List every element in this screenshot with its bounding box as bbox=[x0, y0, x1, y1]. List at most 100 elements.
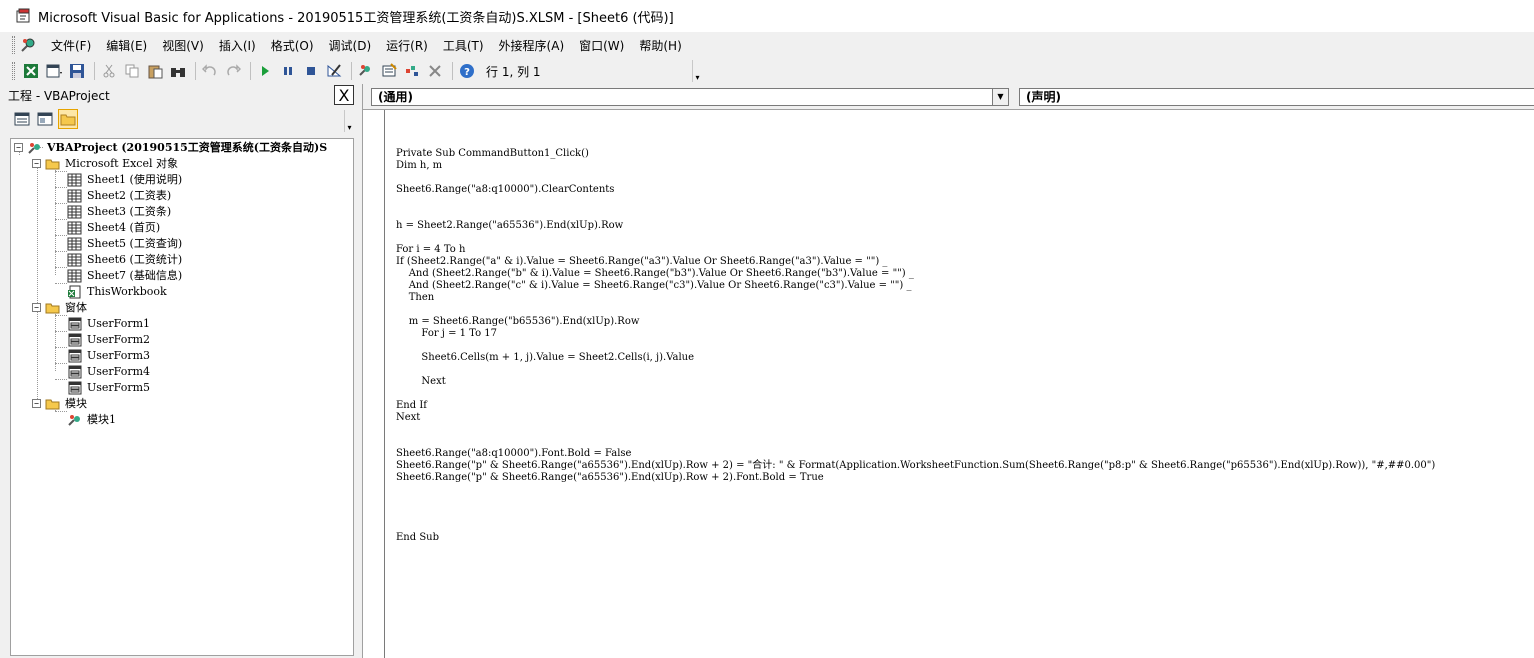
chevron-down-icon[interactable]: ▼ bbox=[992, 89, 1008, 105]
tree-folder-modules[interactable]: 模块 bbox=[45, 396, 87, 412]
save-icon[interactable] bbox=[67, 61, 87, 81]
copy-icon[interactable] bbox=[122, 61, 142, 81]
code-line[interactable]: End If bbox=[396, 400, 1435, 412]
code-line[interactable] bbox=[396, 304, 1435, 316]
tree-item-thisworkbook[interactable]: ThisWorkbook bbox=[67, 284, 167, 300]
toggle-folders-icon[interactable] bbox=[58, 109, 78, 129]
paste-icon[interactable] bbox=[145, 61, 165, 81]
tree-item-userform4[interactable]: UserForm4 bbox=[67, 364, 150, 380]
tree-item-sheet6[interactable]: Sheet6 (工资统计) bbox=[67, 252, 182, 268]
code-line[interactable]: Dim h, m bbox=[396, 160, 1435, 172]
tree-item-sheet1[interactable]: Sheet1 (使用说明) bbox=[67, 172, 182, 188]
view-code-icon[interactable] bbox=[12, 109, 32, 129]
tree-item-sheet3[interactable]: Sheet3 (工资条) bbox=[67, 204, 171, 220]
tree-item-sheet2[interactable]: Sheet2 (工资表) bbox=[67, 188, 171, 204]
menu-help[interactable]: 帮助(H) bbox=[633, 34, 687, 57]
menu-debug[interactable]: 调试(D) bbox=[323, 34, 378, 57]
break-icon[interactable] bbox=[278, 61, 298, 81]
insert-userform-icon[interactable] bbox=[44, 61, 64, 81]
code-line[interactable]: Next bbox=[396, 412, 1435, 424]
code-line[interactable]: Next bbox=[396, 376, 1435, 388]
code-line[interactable]: Sheet6.Range("a8:q10000").Font.Bold = Fa… bbox=[396, 448, 1435, 460]
object-browser-icon[interactable] bbox=[402, 61, 422, 81]
menu-view[interactable]: 视图(V) bbox=[156, 34, 210, 57]
code-line[interactable] bbox=[396, 520, 1435, 532]
tree-item-sheet7[interactable]: Sheet7 (基础信息) bbox=[67, 268, 182, 284]
run-icon[interactable] bbox=[255, 61, 275, 81]
object-combo[interactable]: (通用) ▼ bbox=[371, 88, 1009, 106]
margin-indicator-bar[interactable] bbox=[363, 110, 385, 658]
tree-item-userform5[interactable]: UserForm5 bbox=[67, 380, 150, 396]
redo-icon[interactable] bbox=[223, 61, 243, 81]
close-button[interactable]: X bbox=[334, 85, 354, 105]
menu-edit[interactable]: 编辑(E) bbox=[100, 34, 153, 57]
cut-icon[interactable] bbox=[99, 61, 119, 81]
code-line[interactable]: And (Sheet2.Range("b" & i).Value = Sheet… bbox=[396, 268, 1435, 280]
code-line[interactable] bbox=[396, 196, 1435, 208]
reset-icon[interactable] bbox=[301, 61, 321, 81]
expander-root[interactable]: − bbox=[14, 143, 23, 152]
code-line[interactable]: Then bbox=[396, 292, 1435, 304]
code-line[interactable] bbox=[396, 136, 1435, 148]
undo-icon[interactable] bbox=[200, 61, 220, 81]
code-line[interactable]: End Sub bbox=[396, 532, 1435, 544]
expander-excel-objects[interactable]: − bbox=[32, 159, 41, 168]
excel-icon[interactable] bbox=[21, 61, 41, 81]
project-explorer-icon[interactable] bbox=[356, 61, 376, 81]
menu-grip[interactable] bbox=[12, 36, 15, 54]
tree-item-userform2[interactable]: UserForm2 bbox=[67, 332, 150, 348]
toolbar-grip[interactable] bbox=[12, 62, 15, 80]
code-line[interactable] bbox=[396, 508, 1435, 520]
menu-tools[interactable]: 工具(T) bbox=[437, 34, 490, 57]
code-line[interactable]: For j = 1 To 17 bbox=[396, 328, 1435, 340]
code-line[interactable] bbox=[396, 484, 1435, 496]
properties-icon[interactable] bbox=[379, 61, 399, 81]
toolbar-options-icon[interactable]: ▾ bbox=[692, 60, 702, 82]
help-icon[interactable]: ? bbox=[457, 61, 477, 81]
code-line[interactable] bbox=[396, 124, 1435, 136]
tree-item-userform3[interactable]: UserForm3 bbox=[67, 348, 150, 364]
code-line[interactable]: Private Sub CommandButton1_Click() bbox=[396, 148, 1435, 160]
menu-file[interactable]: 文件(F) bbox=[45, 34, 97, 57]
code-line[interactable]: If (Sheet2.Range("a" & i).Value = Sheet6… bbox=[396, 256, 1435, 268]
code-line[interactable]: m = Sheet6.Range("b65536").End(xlUp).Row bbox=[396, 316, 1435, 328]
menu-addins[interactable]: 外接程序(A) bbox=[493, 34, 571, 57]
procedure-combo[interactable]: (声明) bbox=[1019, 88, 1534, 106]
code-line[interactable] bbox=[396, 232, 1435, 244]
code-line[interactable] bbox=[396, 436, 1435, 448]
tree-item-userform1[interactable]: UserForm1 bbox=[67, 316, 150, 332]
menu-format[interactable]: 格式(O) bbox=[265, 34, 320, 57]
code-line[interactable] bbox=[396, 364, 1435, 376]
menu-run[interactable]: 运行(R) bbox=[380, 34, 434, 57]
code-line[interactable]: Sheet6.Range("a8:q10000").ClearContents bbox=[396, 184, 1435, 196]
code-line[interactable] bbox=[396, 208, 1435, 220]
code-line[interactable] bbox=[396, 172, 1435, 184]
view-object-icon[interactable] bbox=[35, 109, 55, 129]
vba-icon[interactable] bbox=[19, 36, 37, 54]
code-line[interactable] bbox=[396, 424, 1435, 436]
code-line[interactable]: h = Sheet2.Range("a65536").End(xlUp).Row bbox=[396, 220, 1435, 232]
toolbox-icon[interactable] bbox=[425, 61, 445, 81]
tree-item-module1[interactable]: 模块1 bbox=[67, 412, 116, 428]
find-icon[interactable] bbox=[168, 61, 188, 81]
code-line[interactable]: And (Sheet2.Range("c" & i).Value = Sheet… bbox=[396, 280, 1435, 292]
code-line[interactable]: Sheet6.Range("p" & Sheet6.Range("a65536"… bbox=[396, 460, 1435, 472]
project-toolbar-options-icon[interactable]: ▾ bbox=[344, 110, 354, 132]
code-line[interactable] bbox=[396, 340, 1435, 352]
code-line[interactable] bbox=[396, 496, 1435, 508]
design-mode-icon[interactable] bbox=[324, 61, 344, 81]
tree-folder-forms[interactable]: 窗体 bbox=[45, 300, 87, 316]
menu-window[interactable]: 窗口(W) bbox=[573, 34, 630, 57]
code-line[interactable]: For i = 4 To h bbox=[396, 244, 1435, 256]
menu-insert[interactable]: 插入(I) bbox=[213, 34, 262, 57]
expander-modules[interactable]: − bbox=[32, 399, 41, 408]
tree-item-vbaproject[interactable]: VBAProject (20190515工资管理系统(工资条自动)S bbox=[27, 140, 327, 156]
tree-item-sheet4[interactable]: Sheet4 (首页) bbox=[67, 220, 160, 236]
code-editor[interactable]: Private Sub CommandButton1_Click() Dim h,… bbox=[396, 112, 1435, 544]
expander-forms[interactable]: − bbox=[32, 303, 41, 312]
code-line[interactable]: Sheet6.Cells(m + 1, j).Value = Sheet2.Ce… bbox=[396, 352, 1435, 364]
code-line[interactable] bbox=[396, 388, 1435, 400]
code-line[interactable]: Sheet6.Range("p" & Sheet6.Range("a65536"… bbox=[396, 472, 1435, 484]
tree-item-sheet5[interactable]: Sheet5 (工资查询) bbox=[67, 236, 182, 252]
tree-folder-excel-objects[interactable]: Microsoft Excel 对象 bbox=[45, 156, 178, 172]
